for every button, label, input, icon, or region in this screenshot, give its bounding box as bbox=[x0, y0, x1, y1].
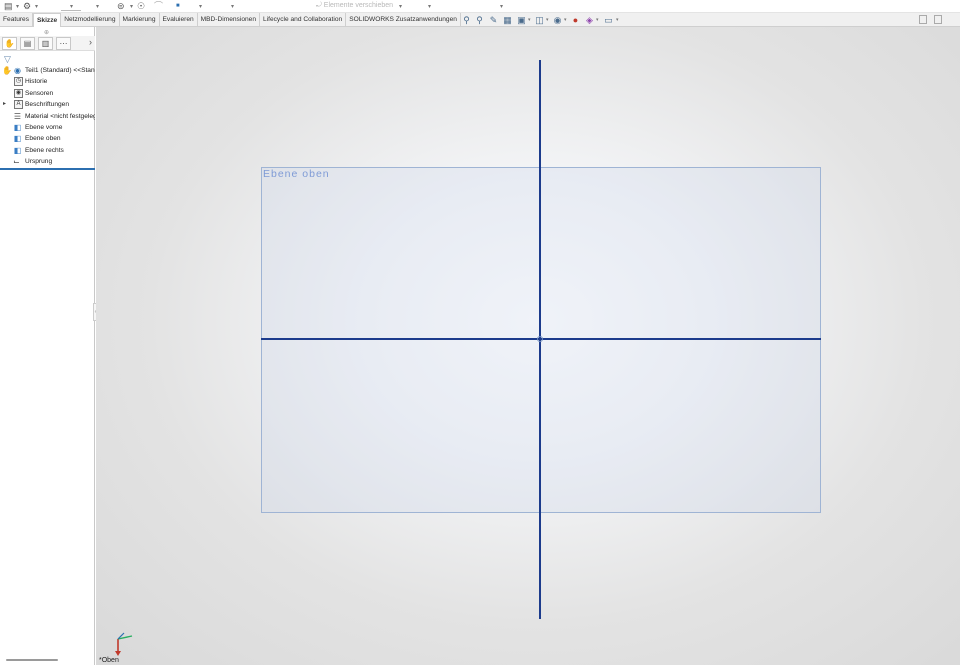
edit-appearance-icon[interactable]: ● bbox=[570, 15, 581, 25]
tab-markierung[interactable]: Markierung bbox=[120, 13, 160, 27]
slot-tool-icon[interactable]: ⊜ bbox=[117, 1, 125, 11]
expand-arrow-icon[interactable]: ▸ bbox=[3, 99, 6, 110]
tab-lifecycle-collaboration[interactable]: Lifecycle and Collaboration bbox=[260, 13, 347, 27]
circle-tool-icon[interactable]: ☉ bbox=[137, 1, 145, 11]
display-style-icon[interactable]: ◫ bbox=[534, 15, 545, 25]
feature-tree: ✋ ◉ Teil1 (Standard) <<Standard ◷ Histor… bbox=[0, 65, 95, 170]
tree-item-label: Ebene vorne bbox=[25, 123, 63, 131]
chevron-down-icon[interactable]: ▾ bbox=[399, 3, 402, 10]
chevron-down-icon[interactable]: ▾ bbox=[231, 3, 234, 10]
chevron-right-icon[interactable]: › bbox=[89, 37, 92, 47]
tree-item-history[interactable]: ◷ Historie bbox=[0, 76, 95, 87]
panel-tabs: ✋ ▤ ▥ ⋯ › bbox=[0, 36, 95, 51]
chevron-down-icon[interactable]: ▾ bbox=[96, 3, 99, 10]
tree-item-label: Sensoren bbox=[25, 89, 54, 97]
filter-icon[interactable]: ▽ bbox=[4, 54, 11, 65]
sensor-icon: ◉ bbox=[14, 88, 23, 98]
tab-evaluieren[interactable]: Evaluieren bbox=[160, 13, 198, 27]
command-strip: ▤ ▾ ⚙ ▾ ▾ ▾ ⊜ ▾ ☉ ⌒ ■ ▾ ▾ ⤾ Elemente ver… bbox=[0, 0, 960, 13]
plane-label: Ebene oben bbox=[263, 168, 330, 180]
chevron-down-icon[interactable]: ▾ bbox=[500, 3, 503, 10]
tree-item-origin[interactable]: ⌙ Ursprung bbox=[0, 156, 95, 167]
move-entities-icon: ⤾ bbox=[316, 2, 322, 9]
history-icon: ◷ bbox=[14, 77, 23, 87]
view-orientation-label: *Oben bbox=[99, 657, 119, 664]
tree-item-label: Ebene rechts bbox=[25, 146, 64, 154]
chevron-down-icon[interactable]: ▾ bbox=[199, 3, 202, 10]
tree-item-label: Ebene oben bbox=[25, 135, 61, 143]
arc-tool-icon[interactable]: ⌒ bbox=[154, 1, 163, 11]
tree-item-annotations[interactable]: ▸ A Beschriftungen bbox=[0, 99, 95, 110]
tree-item-part[interactable]: ✋ ◉ Teil1 (Standard) <<Standard bbox=[0, 65, 95, 76]
tab-mbd-dimensionen[interactable]: MBD-Dimensionen bbox=[198, 13, 260, 27]
tab-netzmodellierung[interactable]: Netzmodellierung bbox=[61, 13, 120, 27]
tab-skizze[interactable]: Skizze bbox=[33, 13, 62, 27]
tree-item-label: Teil1 (Standard) <<Standard bbox=[25, 67, 95, 74]
tree-item-label: Material <nicht festgelegt> bbox=[25, 112, 95, 120]
command-manager-tabs: Features Skizze Netzmodellierung Markier… bbox=[0, 13, 461, 27]
tree-item-front-plane[interactable]: ◧ Ebene vorne bbox=[0, 122, 95, 133]
origin-icon: ⌙ bbox=[13, 157, 20, 167]
command-manager-tabbar: Features Skizze Netzmodellierung Markier… bbox=[0, 13, 960, 27]
tree-item-sensors[interactable]: ◉ Sensoren bbox=[0, 88, 95, 99]
annotation-icon: A bbox=[14, 100, 23, 110]
tab-solidworks-addins[interactable]: SOLIDWORKS Zusatzanwendungen bbox=[346, 13, 461, 27]
rollback-bar[interactable] bbox=[0, 168, 95, 170]
plane-icon: ◧ bbox=[13, 134, 22, 144]
chevron-down-icon[interactable]: ▾ bbox=[428, 3, 431, 10]
chevron-down-icon[interactable]: ▾ bbox=[16, 3, 19, 10]
tree-item-label: Beschriftungen bbox=[25, 101, 69, 109]
chevron-down-icon[interactable]: ▾ bbox=[564, 17, 567, 23]
material-icon: ☰ bbox=[13, 111, 22, 121]
section-view-icon[interactable]: ▦ bbox=[502, 15, 513, 25]
hide-show-icon[interactable]: ◉ bbox=[552, 15, 563, 25]
chevron-down-icon[interactable]: ▾ bbox=[616, 17, 619, 23]
previous-view-icon[interactable]: ✎ bbox=[488, 15, 499, 25]
maximize-viewport-icon[interactable] bbox=[934, 15, 942, 24]
restore-viewport-icon[interactable] bbox=[919, 15, 928, 24]
tree-item-right-plane[interactable]: ◧ Ebene rechts bbox=[0, 145, 95, 156]
tree-item-label: Ursprung bbox=[25, 158, 53, 166]
more-tabs-icon[interactable]: ⋯ bbox=[56, 37, 71, 50]
panel-expand-handle-icon[interactable]: ⊕ bbox=[44, 29, 49, 36]
view-settings-icon[interactable]: ▭ bbox=[603, 15, 614, 25]
tab-features[interactable]: Features bbox=[0, 13, 34, 27]
zoom-area-icon[interactable]: ⚲ bbox=[474, 15, 485, 25]
part-icon: ◉ bbox=[14, 66, 21, 75]
graphics-area[interactable]: Ebene oben *Oben bbox=[96, 27, 960, 665]
tree-item-top-plane[interactable]: ◧ Ebene oben bbox=[0, 133, 95, 144]
property-manager-tab-icon[interactable]: ▤ bbox=[20, 37, 35, 50]
chevron-down-icon[interactable]: ▾ bbox=[596, 17, 599, 23]
zoom-fit-icon[interactable]: ⚲ bbox=[461, 15, 472, 25]
feature-manager-panel: ⊕ ✋ ▤ ▥ ⋯ › ▽ ✋ ◉ Teil1 (Standard) <<Sta… bbox=[0, 27, 95, 665]
viewport-window-controls bbox=[914, 15, 942, 26]
new-document-icon[interactable]: ▤ bbox=[4, 1, 13, 11]
chevron-down-icon[interactable]: ▾ bbox=[35, 3, 38, 10]
origin-point[interactable] bbox=[537, 336, 543, 342]
apply-scene-icon[interactable]: ◈ bbox=[584, 15, 595, 25]
tree-item-label: Historie bbox=[25, 78, 48, 86]
chevron-down-icon[interactable]: ▾ bbox=[546, 17, 549, 23]
chevron-down-icon[interactable]: ▾ bbox=[130, 3, 133, 10]
chevron-down-icon[interactable]: ▾ bbox=[528, 17, 531, 23]
plane-icon: ◧ bbox=[13, 145, 22, 155]
part-visibility-icon: ✋ bbox=[2, 66, 12, 75]
point-tool-icon[interactable]: ■ bbox=[176, 1, 180, 11]
horizontal-scrollbar[interactable] bbox=[6, 659, 58, 661]
move-entities-label: Elemente verschieben bbox=[323, 2, 394, 9]
chevron-down-icon[interactable]: ▾ bbox=[70, 3, 73, 10]
options-gear-icon[interactable]: ⚙ bbox=[23, 1, 31, 11]
view-orientation-icon[interactable]: ▣ bbox=[516, 15, 527, 25]
reference-triad-icon bbox=[115, 632, 133, 656]
plane-icon: ◧ bbox=[13, 122, 22, 132]
feature-manager-tab-icon[interactable]: ✋ bbox=[2, 37, 17, 50]
move-entities-button[interactable]: ⤾ Elemente verschieben bbox=[316, 1, 393, 11]
configuration-manager-tab-icon[interactable]: ▥ bbox=[38, 37, 53, 50]
tree-item-material[interactable]: ☰ Material <nicht festgelegt> bbox=[0, 111, 95, 122]
